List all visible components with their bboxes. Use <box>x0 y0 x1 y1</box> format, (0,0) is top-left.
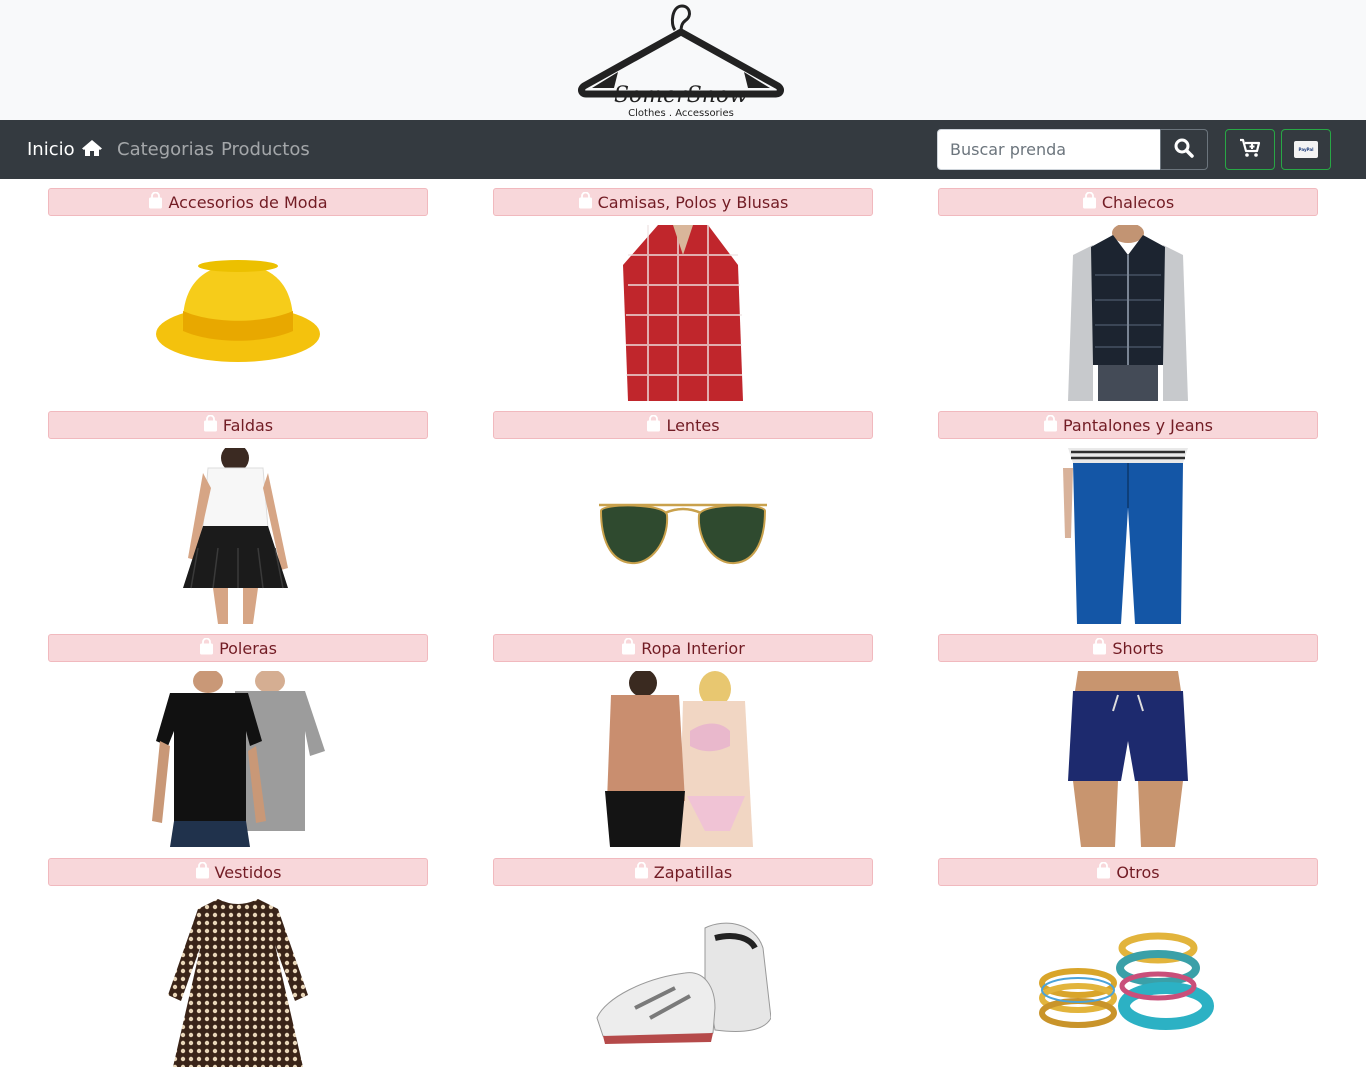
category-badge[interactable]: Faldas <box>48 411 428 439</box>
paypal-button[interactable]: PayPal <box>1281 129 1331 170</box>
shopping-bag-icon <box>1096 861 1111 883</box>
category-card[interactable]: Otros <box>938 858 1318 1030</box>
shopping-bag-icon <box>1043 414 1058 436</box>
category-label: Zapatillas <box>653 862 733 882</box>
category-label: Lentes <box>666 415 720 435</box>
search-icon <box>1174 138 1194 162</box>
category-image[interactable] <box>493 895 873 1071</box>
brand-logo[interactable]: SomerSnow Clothes . Accessories <box>578 2 784 120</box>
shopping-bag-icon <box>621 637 636 659</box>
category-label: Faldas <box>222 415 274 435</box>
category-image[interactable] <box>938 895 1318 1071</box>
black-fringe-skirt-icon <box>173 448 303 624</box>
category-badge[interactable]: Zapatillas <box>493 858 873 886</box>
navy-shorts-icon <box>1063 671 1193 847</box>
running-sneakers-icon <box>595 918 771 1048</box>
category-badge[interactable]: Poleras <box>48 634 428 662</box>
shopping-bag-icon <box>203 414 218 436</box>
category-image[interactable] <box>493 448 873 624</box>
category-label: Ropa Interior <box>641 638 745 658</box>
bangles-icon <box>1038 928 1218 1038</box>
category-image[interactable] <box>48 895 428 1071</box>
hanger-logo-icon: SomerSnow Clothes . Accessories <box>578 4 784 119</box>
category-card[interactable]: Camisas, Polos y Blusas <box>493 188 873 401</box>
category-label: Otros <box>1116 862 1160 882</box>
shopping-bag-icon <box>199 637 214 659</box>
category-badge[interactable]: Vestidos <box>48 858 428 886</box>
category-image[interactable] <box>938 225 1318 401</box>
category-image[interactable] <box>938 671 1318 847</box>
category-label: Chalecos <box>1101 192 1175 212</box>
cart-button[interactable] <box>1225 129 1275 170</box>
cart-icon <box>1239 138 1261 162</box>
aviator-sunglasses-icon <box>595 501 771 571</box>
category-label: Camisas, Polos y Blusas <box>597 192 789 212</box>
shopping-bag-icon <box>195 861 210 883</box>
t-shirts-icon <box>150 671 326 847</box>
category-card[interactable]: Accesorios de Moda <box>48 188 428 362</box>
search-form <box>937 129 1208 170</box>
paypal-card-icon: PayPal <box>1294 141 1318 158</box>
category-image[interactable] <box>938 448 1318 624</box>
category-card[interactable]: Pantalones y Jeans <box>938 411 1318 624</box>
yellow-fedora-hat-icon <box>153 256 323 371</box>
category-badge[interactable]: Lentes <box>493 411 873 439</box>
home-icon <box>81 139 103 162</box>
nav-home-link[interactable]: Inicio <box>27 139 103 162</box>
shopping-bag-icon <box>578 191 593 213</box>
category-card[interactable]: Chalecos <box>938 188 1318 401</box>
category-badge[interactable]: Shorts <box>938 634 1318 662</box>
blue-jeans-icon <box>1063 448 1193 624</box>
shopping-bag-icon <box>1092 637 1107 659</box>
category-image[interactable] <box>48 671 428 847</box>
category-card[interactable]: Lentes <box>493 411 873 565</box>
black-puffer-vest-icon <box>1063 225 1193 401</box>
category-card[interactable]: Poleras <box>48 634 428 847</box>
category-card[interactable]: Faldas <box>48 411 428 624</box>
nav-home-label: Inicio <box>27 139 75 160</box>
category-badge[interactable]: Ropa Interior <box>493 634 873 662</box>
red-plaid-shirt-icon <box>618 225 748 401</box>
category-card[interactable]: Vestidos <box>48 858 428 1067</box>
category-card[interactable]: Ropa Interior <box>493 634 873 847</box>
logo-bar: SomerSnow Clothes . Accessories <box>0 0 1366 120</box>
polka-dot-dress-icon <box>163 895 313 1071</box>
paypal-label: PayPal <box>1298 147 1314 152</box>
shopping-bag-icon <box>1082 191 1097 213</box>
shopping-bag-icon <box>148 191 163 213</box>
category-badge[interactable]: Chalecos <box>938 188 1318 216</box>
shopping-bag-icon <box>646 414 661 436</box>
nav-categories-link[interactable]: Categorias <box>117 139 214 160</box>
brand-name: SomerSnow <box>614 83 748 108</box>
category-badge[interactable]: Otros <box>938 858 1318 886</box>
search-button[interactable] <box>1160 129 1208 170</box>
category-badge[interactable]: Pantalones y Jeans <box>938 411 1318 439</box>
search-input[interactable] <box>937 129 1161 170</box>
nav-products-link[interactable]: Productos <box>221 139 310 160</box>
category-card[interactable]: Shorts <box>938 634 1318 847</box>
category-badge[interactable]: Camisas, Polos y Blusas <box>493 188 873 216</box>
category-image[interactable] <box>48 225 428 401</box>
category-label: Poleras <box>219 638 277 658</box>
category-image[interactable] <box>493 225 873 401</box>
shopping-bag-icon <box>634 861 649 883</box>
category-image[interactable] <box>48 448 428 624</box>
category-label: Vestidos <box>214 862 282 882</box>
category-label: Accesorios de Moda <box>168 192 328 212</box>
brand-tagline: Clothes . Accessories <box>628 108 734 119</box>
underwear-icon <box>595 671 771 847</box>
category-label: Shorts <box>1112 638 1164 658</box>
category-label: Pantalones y Jeans <box>1063 415 1213 435</box>
category-badge[interactable]: Accesorios de Moda <box>48 188 428 216</box>
category-image[interactable] <box>493 671 873 847</box>
category-card[interactable]: Zapatillas <box>493 858 873 1044</box>
